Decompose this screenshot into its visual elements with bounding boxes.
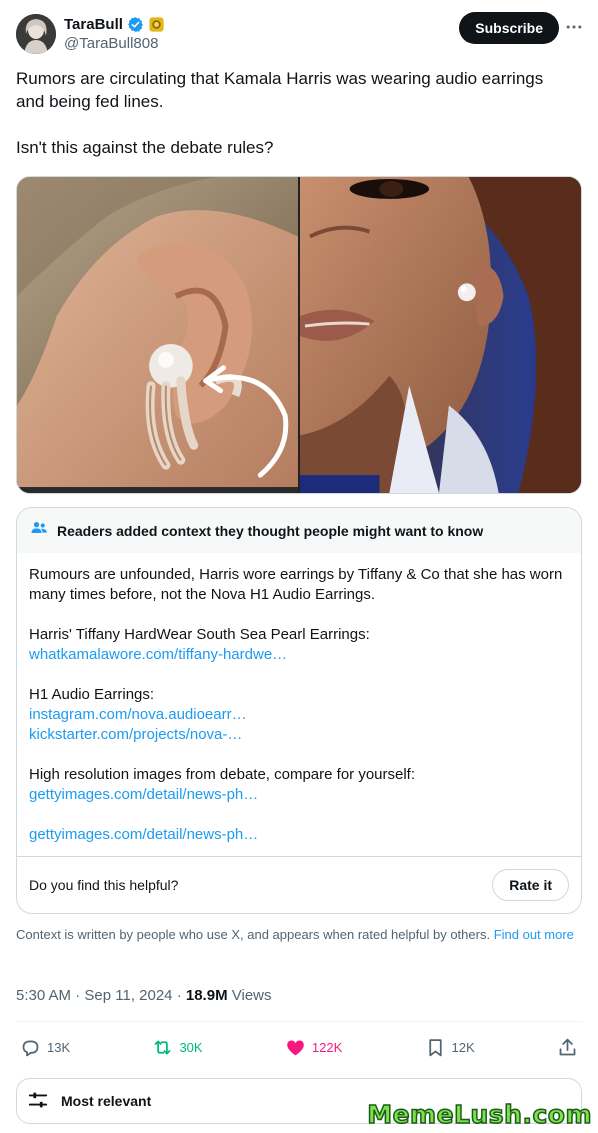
note-section-h1: H1 Audio Earrings: instagram.com/nova.au…: [29, 685, 569, 745]
verified-badge-icon: [127, 16, 144, 33]
community-note-footer: Do you find this helpful? Rate it: [17, 856, 581, 913]
sort-label: Most relevant: [61, 1093, 152, 1109]
meta-separator: ·: [75, 987, 81, 1004]
note-hires-label: High resolution images from debate, comp…: [29, 766, 416, 783]
community-note-title: Readers added context they thought peopl…: [57, 522, 484, 539]
note-section-tiffany: Harris' Tiffany HardWear South Sea Pearl…: [29, 625, 569, 665]
author-handle[interactable]: @TaraBull808: [64, 34, 165, 54]
author-avatar[interactable]: [16, 14, 56, 54]
repost-count: 30K: [179, 1039, 203, 1055]
more-horizontal-icon[interactable]: [562, 15, 586, 39]
find-out-more-link[interactable]: Find out more: [494, 927, 574, 942]
tweet-paragraph: Rumors are circulating that Kamala Harri…: [16, 69, 544, 111]
heart-icon: [285, 1037, 306, 1058]
tweet-meta: 5:30 AM · Sep 11, 2024 · 18.9M Views: [16, 986, 272, 1006]
subscribe-button[interactable]: Subscribe: [459, 12, 559, 44]
tweet-media[interactable]: [16, 176, 582, 494]
bookmark-icon: [425, 1037, 446, 1058]
watermark-logo: MemeLush.com: [366, 1099, 592, 1130]
note-tiffany-label: Harris' Tiffany HardWear South Sea Pearl…: [29, 626, 370, 643]
note-link-instagram[interactable]: instagram.com/nova.audioearr…: [29, 705, 569, 725]
reply-count: 13K: [47, 1039, 71, 1055]
tweet-date[interactable]: Sep 11, 2024: [84, 987, 172, 1004]
views-label: Views: [231, 987, 272, 1004]
gold-badge-icon: [148, 16, 165, 33]
note-link-getty-1[interactable]: gettyimages.com/detail/news-ph…: [29, 785, 569, 805]
note-intro: Rumours are unfounded, Harris wore earri…: [29, 566, 563, 603]
sliders-icon: [27, 1089, 49, 1114]
author-display-name[interactable]: TaraBull: [64, 15, 123, 34]
tweet-header: TaraBull @TaraBull808 Subscribe: [16, 12, 586, 56]
action-bar: 13K 30K 122K 12K: [20, 1035, 578, 1059]
bookmark-button[interactable]: 12K: [425, 1037, 475, 1058]
tweet-text: Rumors are circulating that Kamala Harri…: [16, 67, 576, 182]
share-icon: [557, 1037, 578, 1058]
tweet-paragraph: Isn't this against the debate rules?: [16, 138, 274, 157]
helpful-question: Do you find this helpful?: [29, 877, 179, 893]
note-link-kickstarter[interactable]: kickstarter.com/projects/nova-…: [29, 725, 569, 745]
rate-it-button[interactable]: Rate it: [492, 869, 569, 901]
disclaimer-text: Context is written by people who use X, …: [16, 927, 491, 942]
note-section-hires: High resolution images from debate, comp…: [29, 765, 569, 805]
meta-separator: ·: [176, 987, 182, 1004]
like-count: 122K: [311, 1039, 343, 1055]
divider: [16, 1021, 582, 1022]
repost-icon: [152, 1037, 173, 1058]
tweet-time[interactable]: 5:30 AM: [16, 987, 71, 1004]
note-link-getty-2[interactable]: gettyimages.com/detail/news-ph…: [29, 825, 569, 845]
repost-button[interactable]: 30K: [152, 1037, 203, 1058]
note-h1-label: H1 Audio Earrings:: [29, 686, 155, 703]
community-note-body: Rumours are unfounded, Harris wore earri…: [17, 553, 581, 845]
community-note: Readers added context they thought peopl…: [16, 507, 582, 914]
reply-icon: [20, 1037, 41, 1058]
bookmark-count: 12K: [451, 1039, 475, 1055]
reply-button[interactable]: 13K: [20, 1037, 70, 1058]
community-note-header: Readers added context they thought peopl…: [17, 508, 581, 553]
media-image-earring-closeup[interactable]: [17, 177, 298, 493]
media-image-debate-face[interactable]: [300, 177, 581, 493]
views-count: 18.9M: [185, 987, 228, 1004]
like-button[interactable]: 122K: [285, 1037, 342, 1058]
note-link-tiffany[interactable]: whatkamalawore.com/tiffany-hardwe…: [29, 645, 569, 665]
note-section-getty-2: gettyimages.com/detail/news-ph…: [29, 825, 569, 845]
author-names: TaraBull @TaraBull808: [64, 15, 165, 54]
share-button[interactable]: [557, 1037, 578, 1058]
note-disclaimer: Context is written by people who use X, …: [16, 927, 576, 943]
people-icon: [29, 518, 49, 543]
